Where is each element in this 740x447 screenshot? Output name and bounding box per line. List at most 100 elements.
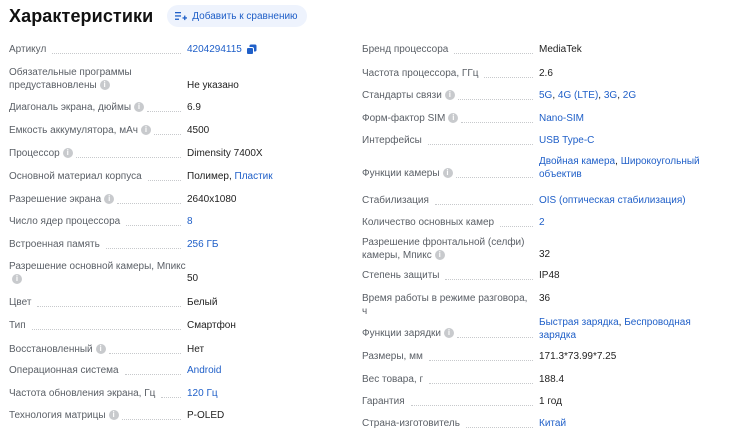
info-icon[interactable]: i: [12, 274, 22, 285]
spec-row: Тип Смартфон: [9, 315, 339, 338]
spec-value-text: P-OLED: [187, 410, 225, 421]
info-icon[interactable]: i: [434, 250, 445, 261]
spec-value: 2: [539, 216, 545, 229]
info-icon[interactable]: i: [448, 113, 459, 124]
spec-value-text: Не указано: [187, 80, 239, 91]
spec-value-text: 2.6: [539, 68, 553, 79]
spec-label: Вес товара, г: [362, 373, 532, 386]
spec-value: Nano-SIM: [539, 112, 584, 125]
spec-row: Встроенная память 256 ГБ: [9, 233, 339, 256]
spec-label-text: Тип: [9, 320, 26, 331]
info-icon[interactable]: i: [104, 194, 115, 205]
spec-value-text: 2640x1080: [187, 194, 237, 205]
spec-label: Бренд процессора: [362, 43, 532, 56]
spec-row: Разрешение экрана i 2640x1080: [9, 188, 339, 211]
spec-row: Восстановленный i Нет: [9, 338, 339, 361]
spec-label: Число ядер процессора: [9, 215, 181, 228]
spec-value-link[interactable]: Android: [187, 365, 221, 376]
characteristics-header: Характеристики Добавить к сравнению: [9, 4, 307, 28]
spec-value-link[interactable]: Быстрая зарядка: [539, 317, 619, 328]
spec-value-text: 171.3*73.99*7.25: [539, 351, 617, 362]
spec-label: Тип: [9, 319, 181, 332]
spec-value-link[interactable]: 2G: [623, 90, 636, 101]
spec-value-link[interactable]: 120 Гц: [187, 388, 218, 399]
spec-value: P-OLED: [187, 409, 224, 422]
spec-row: Функции камеры i Двойная камера, Широкоуго…: [362, 153, 702, 191]
info-icon[interactable]: i: [134, 102, 145, 113]
add-to-compare-button[interactable]: Добавить к сравнению: [167, 5, 307, 27]
spec-label-text: Восстановленный: [9, 344, 93, 355]
spec-value: 36: [539, 292, 550, 305]
spec-value: 171.3*73.99*7.25: [539, 350, 616, 363]
spec-label: Восстановленный i: [9, 343, 181, 356]
compare-list-icon: [175, 12, 188, 21]
spec-label-text: Основной материал корпуса: [9, 171, 142, 182]
spec-label-text: Степень защиты: [362, 270, 440, 281]
spec-row: Страна-изготовитель Китай: [362, 415, 702, 438]
spec-label: Технология матрицы i: [9, 409, 181, 422]
spec-value: 6.9: [187, 101, 201, 114]
spec-value: Двойная камера, Широкоугольный объектив: [539, 155, 709, 181]
spec-value: Китай: [539, 417, 566, 430]
spec-value-link[interactable]: 2: [539, 217, 545, 228]
spec-value-link[interactable]: OIS (оптическая стабилизация): [539, 195, 686, 206]
info-icon[interactable]: i: [443, 328, 454, 339]
spec-value-link[interactable]: 256 ГБ: [187, 239, 218, 250]
info-icon[interactable]: i: [108, 410, 119, 421]
spec-value-link[interactable]: USB Type-C: [539, 135, 594, 146]
spec-label-text: Число ядер процессора: [9, 216, 121, 227]
spec-value-link[interactable]: 5G: [539, 90, 552, 101]
spec-row: Число ядер процессора 8: [9, 211, 339, 233]
spec-row: Обязательные программы предуставновлены i…: [9, 62, 339, 96]
spec-value: 32: [539, 248, 550, 261]
spec-value-link[interactable]: 8: [187, 216, 193, 227]
spec-label-text: Форм-фактор SIM: [362, 113, 446, 124]
spec-label: Разрешение фронтальной (селфи) камеры, М…: [362, 236, 534, 262]
spec-label-text: Процессор: [9, 148, 60, 159]
spec-value: Быстрая зарядка, Беспроводная зарядка: [539, 316, 709, 342]
spec-value-text: 36: [539, 293, 551, 304]
spec-value: 4204294115: [187, 43, 257, 56]
spec-label: Функции камеры i: [362, 167, 532, 180]
spec-label: Частота процессора, ГГц: [362, 67, 532, 80]
spec-value: Полимер, Пластик: [187, 170, 273, 183]
spec-value-link[interactable]: Nano-SIM: [539, 113, 584, 124]
spec-label-text: Количество основных камер: [362, 217, 495, 228]
info-icon[interactable]: i: [140, 125, 151, 136]
spec-label-text: Страна-изготовитель: [362, 418, 460, 429]
info-icon[interactable]: i: [442, 168, 453, 179]
spec-value: 2.6: [539, 67, 553, 80]
spec-label-text: Разрешение экрана: [9, 194, 102, 205]
spec-value: Белый: [187, 296, 217, 309]
spec-value-link[interactable]: 4204294115: [187, 44, 242, 55]
spec-row: Частота обновления экрана, Гц 120 Гц: [9, 384, 339, 406]
spec-value-link[interactable]: Пластик: [235, 171, 273, 182]
add-to-compare-label: Добавить к сравнению: [192, 10, 298, 22]
spec-label: Форм-фактор SIM i: [362, 112, 532, 125]
spec-value: Смартфон: [187, 319, 236, 332]
info-icon[interactable]: i: [62, 148, 73, 159]
spec-value-link[interactable]: 3G: [604, 90, 617, 101]
spec-row: Гарантия 1 год: [362, 393, 702, 415]
spec-value-text: Смартфон: [187, 320, 236, 331]
info-icon[interactable]: i: [99, 80, 110, 91]
info-icon[interactable]: i: [95, 344, 106, 355]
spec-value-link[interactable]: Двойная камера: [539, 156, 615, 167]
spec-row: Функции зарядки i Быстрая зарядка, Беспров…: [362, 313, 702, 348]
spec-value-link[interactable]: Китай: [539, 418, 566, 429]
spec-row: Размеры, мм 171.3*73.99*7.25: [362, 348, 702, 371]
spec-value-text: MediaTek: [539, 44, 582, 55]
spec-value: 256 ГБ: [187, 238, 218, 251]
info-icon[interactable]: i: [444, 90, 455, 101]
spec-label: Цвет: [9, 296, 181, 309]
spec-label: Встроенная память: [9, 238, 181, 251]
spec-row: Бренд процессора MediaTek: [362, 36, 702, 62]
spec-value: 4500: [187, 124, 209, 137]
copy-icon[interactable]: [245, 44, 257, 55]
spec-value-text: 4500: [187, 125, 210, 136]
spec-value-link[interactable]: 4G (LTE): [558, 90, 598, 101]
spec-value-text: 6.9: [187, 102, 201, 113]
spec-value: Dimensity 7400X: [187, 147, 263, 160]
spec-row: Интерфейсы USB Type-C: [362, 130, 702, 153]
spec-label-text: Размеры, мм: [362, 351, 423, 362]
